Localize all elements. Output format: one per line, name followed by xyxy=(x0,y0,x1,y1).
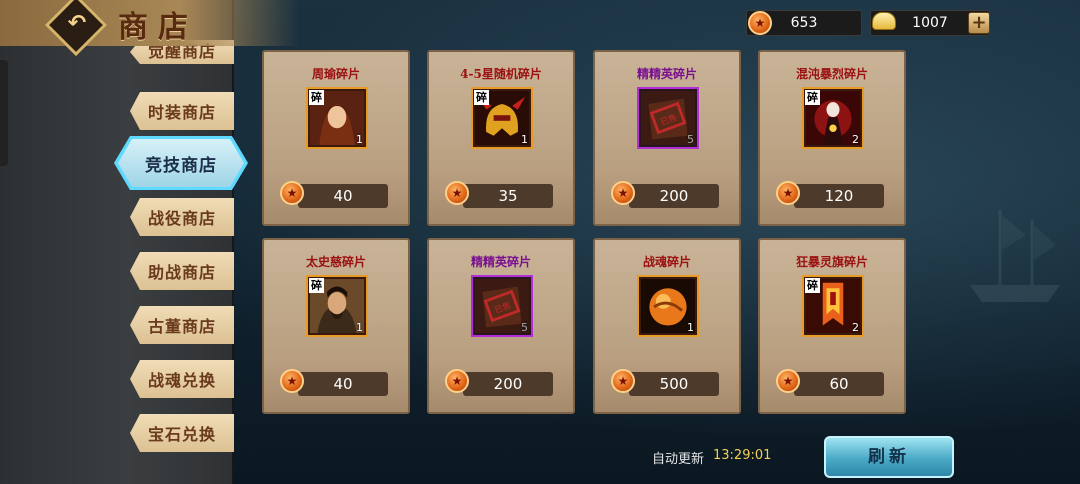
item-name: 狂暴灵旗碎片 xyxy=(795,255,868,269)
item-icon-frame[interactable]: 已售 5 xyxy=(471,275,533,337)
shop-item-card[interactable]: 精精英碎片已售5 200 xyxy=(427,238,575,414)
add-currency-button[interactable]: + xyxy=(968,12,990,34)
coins-value: 653 xyxy=(790,15,818,31)
sidebar-tab-1[interactable]: 时装商店 xyxy=(130,92,234,130)
refresh-countdown: 13:29:01 xyxy=(713,448,772,463)
shop-item-card[interactable]: 太史慈碎片碎140 xyxy=(262,238,410,414)
shop-item-card[interactable]: 周瑜碎片碎140 xyxy=(262,50,410,226)
item-name: 太史慈碎片 xyxy=(305,255,366,269)
item-count: 1 xyxy=(521,133,528,146)
item-icon-frame[interactable]: 1 xyxy=(637,275,699,337)
item-price: 40 xyxy=(333,375,353,393)
shop-item-card[interactable]: 混沌暴烈碎片碎2120 xyxy=(758,50,906,226)
item-count: 1 xyxy=(356,321,363,334)
item-name: 混沌暴烈碎片 xyxy=(795,67,868,81)
item-icon-frame[interactable]: 碎1 xyxy=(306,275,368,337)
item-price: 200 xyxy=(659,187,689,205)
sidebar-tab-5[interactable]: 古董商店 xyxy=(130,306,234,344)
item-count: 5 xyxy=(687,133,694,146)
item-name: 周瑜碎片 xyxy=(311,67,360,81)
shop-item-card[interactable]: 战魂碎片 1 500 xyxy=(593,238,741,414)
item-price: 500 xyxy=(659,375,689,393)
refresh-button[interactable]: 刷新 xyxy=(824,436,954,478)
sidebar-tab-2[interactable]: 竞技商店 xyxy=(118,139,244,187)
side-drawer-handle[interactable] xyxy=(0,60,8,166)
coin-icon xyxy=(748,11,772,35)
fragment-badge: 碎 xyxy=(474,90,489,105)
item-icon-frame[interactable]: 碎2 xyxy=(802,87,864,149)
item-name: 4-5星随机碎片 xyxy=(460,67,542,81)
shop-item-card[interactable]: 4-5星随机碎片碎135 xyxy=(427,50,575,226)
back-arrow-icon[interactable]: ↶ xyxy=(63,10,91,38)
fragment-badge: 碎 xyxy=(309,90,324,105)
item-icon-frame[interactable]: 碎1 xyxy=(471,87,533,149)
item-count: 2 xyxy=(852,321,859,334)
item-count: 2 xyxy=(852,133,859,146)
item-price: 60 xyxy=(829,375,849,393)
shop-item-card[interactable]: 精精英碎片已售5 200 xyxy=(593,50,741,226)
sidebar-tab-3[interactable]: 战役商店 xyxy=(130,198,234,236)
item-count: 5 xyxy=(521,321,528,334)
shop-item-card[interactable]: 狂暴灵旗碎片碎260 xyxy=(758,238,906,414)
sidebar-tab-7[interactable]: 宝石兑换 xyxy=(130,414,234,452)
item-name: 精精英碎片 xyxy=(636,67,697,81)
item-price: 35 xyxy=(498,187,518,205)
item-price: 40 xyxy=(333,187,353,205)
shop-sidebar xyxy=(0,0,234,484)
item-name: 精精英碎片 xyxy=(470,255,531,269)
item-count: 1 xyxy=(356,133,363,146)
fragment-badge: 碎 xyxy=(805,278,820,293)
sidebar-tab-4[interactable]: 助战商店 xyxy=(130,252,234,290)
item-price: 200 xyxy=(493,375,523,393)
gold-ingot-icon xyxy=(872,12,896,30)
sidebar-tab-6[interactable]: 战魂兑换 xyxy=(130,360,234,398)
page-title: 商店 xyxy=(118,10,198,45)
item-icon-frame[interactable]: 已售 5 xyxy=(637,87,699,149)
item-price: 120 xyxy=(824,187,854,205)
ship-silhouette xyxy=(970,210,1060,302)
item-name: 战魂碎片 xyxy=(642,255,691,269)
item-icon-frame[interactable]: 碎1 xyxy=(306,87,368,149)
fragment-badge: 碎 xyxy=(309,278,324,293)
item-count: 1 xyxy=(687,321,694,334)
fragment-badge: 碎 xyxy=(805,90,820,105)
item-icon-frame[interactable]: 碎2 xyxy=(802,275,864,337)
auto-refresh-label: 自动更新 xyxy=(652,452,705,467)
ingots-value: 1007 xyxy=(912,15,948,31)
